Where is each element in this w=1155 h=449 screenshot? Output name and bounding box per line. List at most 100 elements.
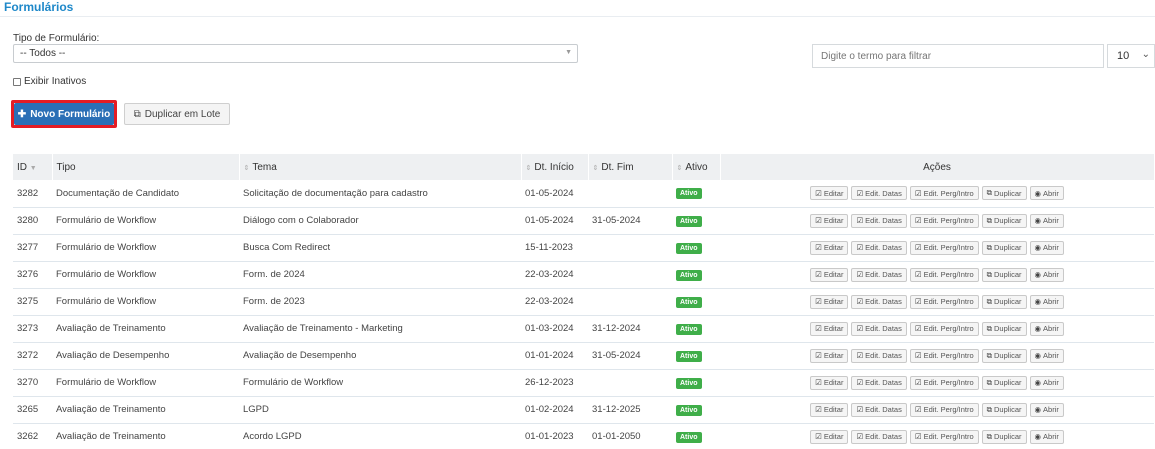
edit-button[interactable]: ☑ Editar <box>810 294 849 309</box>
edit-dates-button[interactable]: ☑ Edit. Datas <box>851 267 907 282</box>
duplicate-button[interactable]: ⧉ Duplicar <box>981 213 1027 228</box>
cell-tipo: Formulário de Workflow <box>52 207 239 235</box>
status-badge: Ativo <box>676 431 702 443</box>
column-header-inicio[interactable]: ⇕ Dt. Início <box>521 154 589 180</box>
edit-button-label: Editar <box>823 378 844 387</box>
edit-dates-button[interactable]: ☑ Edit. Datas <box>851 429 907 444</box>
status-badge: Ativo <box>676 323 702 335</box>
edit-dates-button[interactable]: ☑ Edit. Datas <box>851 240 907 255</box>
duplicate-button-label: Duplicar <box>993 378 1022 387</box>
cell-id: 3262 <box>13 423 52 449</box>
cell-id: 3275 <box>13 288 52 316</box>
open-button[interactable]: ◉ Abrir <box>1029 402 1064 417</box>
chevron-down-icon: ⌄ <box>1141 49 1150 60</box>
open-button[interactable]: ◉ Abrir <box>1029 267 1064 282</box>
edit-questions-button-label: Edit. Perg/Intro <box>923 324 974 333</box>
edit-button[interactable]: ☑ Editar <box>810 240 849 255</box>
open-button[interactable]: ◉ Abrir <box>1029 186 1064 201</box>
title-divider <box>0 16 1155 17</box>
cell-ativo: Ativo <box>672 261 720 289</box>
page-size-select[interactable]: 10 ⌄ <box>1107 44 1155 68</box>
duplicate-button[interactable]: ⧉ Duplicar <box>981 321 1027 336</box>
edit-button-label: Editar <box>823 216 844 225</box>
column-header-tipo[interactable]: Tipo <box>52 154 240 180</box>
open-button[interactable]: ◉ Abrir <box>1029 213 1064 228</box>
edit-questions-button[interactable]: ☑ Edit. Perg/Intro <box>909 186 979 201</box>
edit-questions-button[interactable]: ☑ Edit. Perg/Intro <box>909 240 979 255</box>
cell-id: 3276 <box>13 261 52 289</box>
duplicate-button[interactable]: ⧉ Duplicar <box>981 429 1027 444</box>
sort-icon: ⇕ <box>676 164 683 172</box>
edit-button[interactable]: ☑ Editar <box>810 321 849 336</box>
edit-questions-button[interactable]: ☑ Edit. Perg/Intro <box>909 402 979 417</box>
duplicate-button[interactable]: ⧉ Duplicar <box>981 240 1027 255</box>
edit-dates-button[interactable]: ☑ Edit. Datas <box>851 375 907 390</box>
duplicate-button-label: Duplicar <box>993 351 1022 360</box>
open-button-label: Abrir <box>1043 432 1059 441</box>
cell-fim <box>588 234 672 262</box>
cell-acoes: ☑ Editar ☑ Edit. Datas ☑ Edit. Perg/Intro ⧉ Dup… <box>720 207 1154 235</box>
open-button[interactable]: ◉ Abrir <box>1029 240 1064 255</box>
edit-button[interactable]: ☑ Editar <box>810 429 849 444</box>
show-inactive-checkbox[interactable] <box>13 77 21 86</box>
cell-inicio: 01-05-2024 <box>521 180 588 208</box>
edit-questions-button[interactable]: ☑ Edit. Perg/Intro <box>909 429 979 444</box>
open-button-label: Abrir <box>1043 324 1059 333</box>
edit-button[interactable]: ☑ Editar <box>810 186 849 201</box>
duplicate-button[interactable]: ⧉ Duplicar <box>981 186 1027 201</box>
edit-icon: ☑ <box>815 405 822 414</box>
duplicate-button[interactable]: ⧉ Duplicar <box>981 267 1027 282</box>
edit-icon: ☑ <box>815 351 822 360</box>
edit-dates-button[interactable]: ☑ Edit. Datas <box>851 348 907 363</box>
edit-questions-button-label: Edit. Perg/Intro <box>923 297 974 306</box>
cell-tema: Formulário de Workflow <box>239 369 521 397</box>
duplicate-batch-button[interactable]: ⧉ Duplicar em Lote <box>124 103 230 125</box>
column-header-tema[interactable]: ⇕ Tema <box>239 154 522 180</box>
edit-button[interactable]: ☑ Editar <box>810 213 849 228</box>
open-button[interactable]: ◉ Abrir <box>1029 348 1064 363</box>
open-button[interactable]: ◉ Abrir <box>1029 321 1064 336</box>
edit-dates-button[interactable]: ☑ Edit. Datas <box>851 186 907 201</box>
table-row: 3272 Avaliação de Desempenho Avaliação de … <box>13 342 1154 370</box>
edit-questions-button[interactable]: ☑ Edit. Perg/Intro <box>909 348 979 363</box>
duplicate-button[interactable]: ⧉ Duplicar <box>981 375 1027 390</box>
duplicate-button[interactable]: ⧉ Duplicar <box>981 348 1027 363</box>
edit-dates-icon: ☑ <box>856 188 864 198</box>
edit-questions-button[interactable]: ☑ Edit. Perg/Intro <box>909 294 979 309</box>
edit-questions-button[interactable]: ☑ Edit. Perg/Intro <box>909 267 979 282</box>
edit-questions-icon: ☑ <box>914 243 922 252</box>
edit-dates-button[interactable]: ☑ Edit. Datas <box>851 294 907 309</box>
edit-button[interactable]: ☑ Editar <box>810 348 849 363</box>
edit-questions-button[interactable]: ☑ Edit. Perg/Intro <box>909 375 979 390</box>
edit-icon: ☑ <box>815 270 822 279</box>
open-button[interactable]: ◉ Abrir <box>1029 294 1064 309</box>
show-inactive-toggle[interactable]: Exibir Inativos <box>13 76 86 87</box>
column-header-id[interactable]: ID ▼ <box>13 154 53 180</box>
cell-tipo: Avaliação de Treinamento <box>52 315 239 343</box>
search-input[interactable] <box>812 44 1104 68</box>
edit-dates-button[interactable]: ☑ Edit. Datas <box>851 213 907 228</box>
cell-ativo: Ativo <box>672 234 720 262</box>
edit-questions-icon: ☑ <box>914 432 922 441</box>
edit-dates-icon: ☑ <box>856 270 864 279</box>
edit-dates-button[interactable]: ☑ Edit. Datas <box>851 402 907 417</box>
edit-questions-button[interactable]: ☑ Edit. Perg/Intro <box>909 213 979 228</box>
column-header-ativo[interactable]: ⇕ Ativo <box>672 154 721 180</box>
edit-questions-button[interactable]: ☑ Edit. Perg/Intro <box>909 321 979 336</box>
cell-inicio: 01-01-2023 <box>521 423 588 449</box>
duplicate-button[interactable]: ⧉ Duplicar <box>981 402 1027 417</box>
open-button[interactable]: ◉ Abrir <box>1029 375 1064 390</box>
edit-button[interactable]: ☑ Editar <box>810 402 849 417</box>
edit-button[interactable]: ☑ Editar <box>810 375 849 390</box>
edit-dates-button[interactable]: ☑ Edit. Datas <box>851 321 907 336</box>
open-button[interactable]: ◉ Abrir <box>1029 429 1064 444</box>
column-header-fim[interactable]: ⇕ Dt. Fim <box>588 154 673 180</box>
cell-ativo: Ativo <box>672 288 720 316</box>
eye-icon: ◉ <box>1034 188 1042 198</box>
edit-button[interactable]: ☑ Editar <box>810 267 849 282</box>
duplicate-button[interactable]: ⧉ Duplicar <box>981 294 1027 309</box>
open-button-label: Abrir <box>1043 351 1059 360</box>
edit-button-label: Editar <box>823 432 844 441</box>
new-form-button[interactable]: ✚ Novo Formulário <box>14 103 114 125</box>
form-type-select[interactable]: -- Todos -- ▼ <box>13 44 578 63</box>
